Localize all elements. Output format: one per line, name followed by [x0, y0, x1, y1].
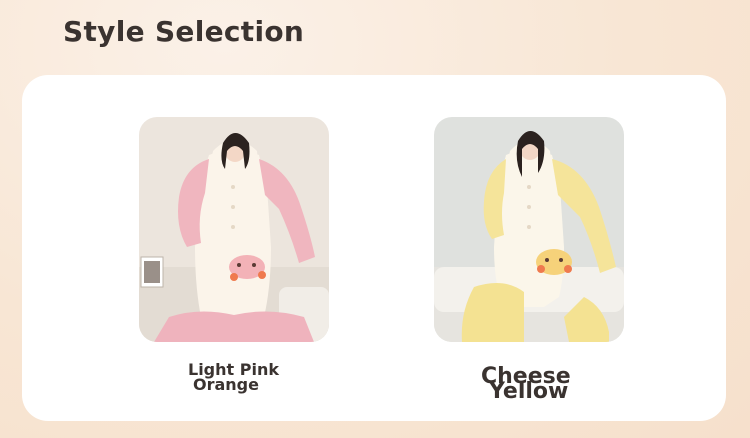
product-photo-cheese-yellow[interactable] — [434, 117, 624, 342]
option-label-line2: Yellow — [489, 379, 569, 404]
style-options-card: Light Pink Orange Cheese Yellow — [22, 75, 726, 421]
pajama-yellow-illustration — [434, 117, 624, 342]
page-title: Style Selection — [63, 15, 305, 48]
pajama-pink-illustration — [139, 117, 329, 342]
option-label-line2: Orange — [193, 375, 259, 394]
product-photo-light-pink-orange[interactable] — [139, 117, 329, 342]
